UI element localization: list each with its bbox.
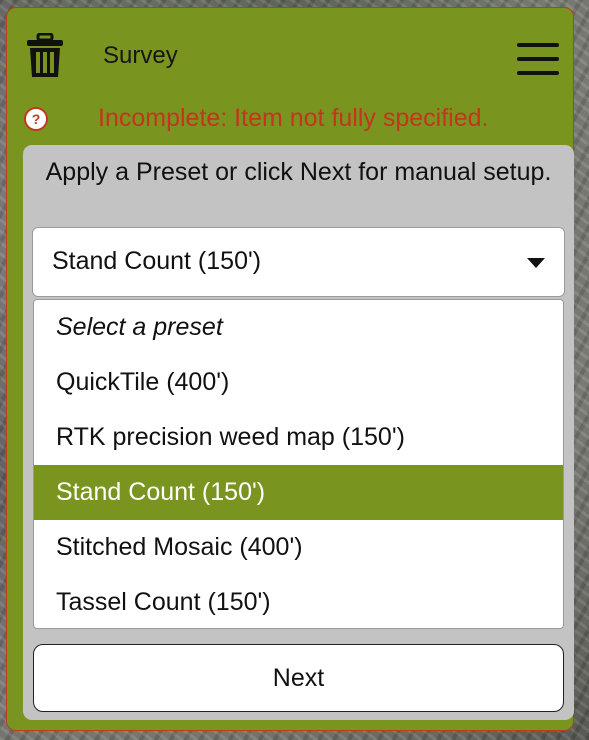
next-button[interactable]: Next	[33, 644, 564, 712]
preset-option-placeholder[interactable]: Select a preset	[34, 300, 563, 355]
preset-select[interactable]: Stand Count (150')	[32, 227, 565, 297]
caret-down-icon	[527, 258, 545, 268]
trash-icon[interactable]	[25, 33, 65, 79]
preset-option-stitched-mosaic[interactable]: Stitched Mosaic (400')	[34, 520, 563, 575]
help-icon[interactable]: ?	[24, 107, 48, 131]
preset-option-rtk-weed-map[interactable]: RTK precision weed map (150')	[34, 410, 563, 465]
preset-dropdown-list: Select a preset QuickTile (400') RTK pre…	[33, 299, 564, 629]
preset-select-value: Stand Count (150')	[52, 247, 262, 275]
preset-option-quicktile[interactable]: QuickTile (400')	[34, 355, 563, 410]
menu-icon[interactable]	[514, 41, 562, 77]
preset-option-tassel-count[interactable]: Tassel Count (150')	[34, 575, 563, 628]
panel-title: Survey	[103, 42, 178, 69]
preset-option-stand-count[interactable]: Stand Count (150')	[34, 465, 563, 520]
preset-card: Apply a Preset or click Next for manual …	[23, 145, 574, 720]
status-message: Incomplete: Item not fully specified.	[98, 104, 489, 132]
preset-instruction: Apply a Preset or click Next for manual …	[45, 158, 552, 186]
survey-panel: Survey ? Incomplete: Item not fully spec…	[6, 7, 574, 731]
